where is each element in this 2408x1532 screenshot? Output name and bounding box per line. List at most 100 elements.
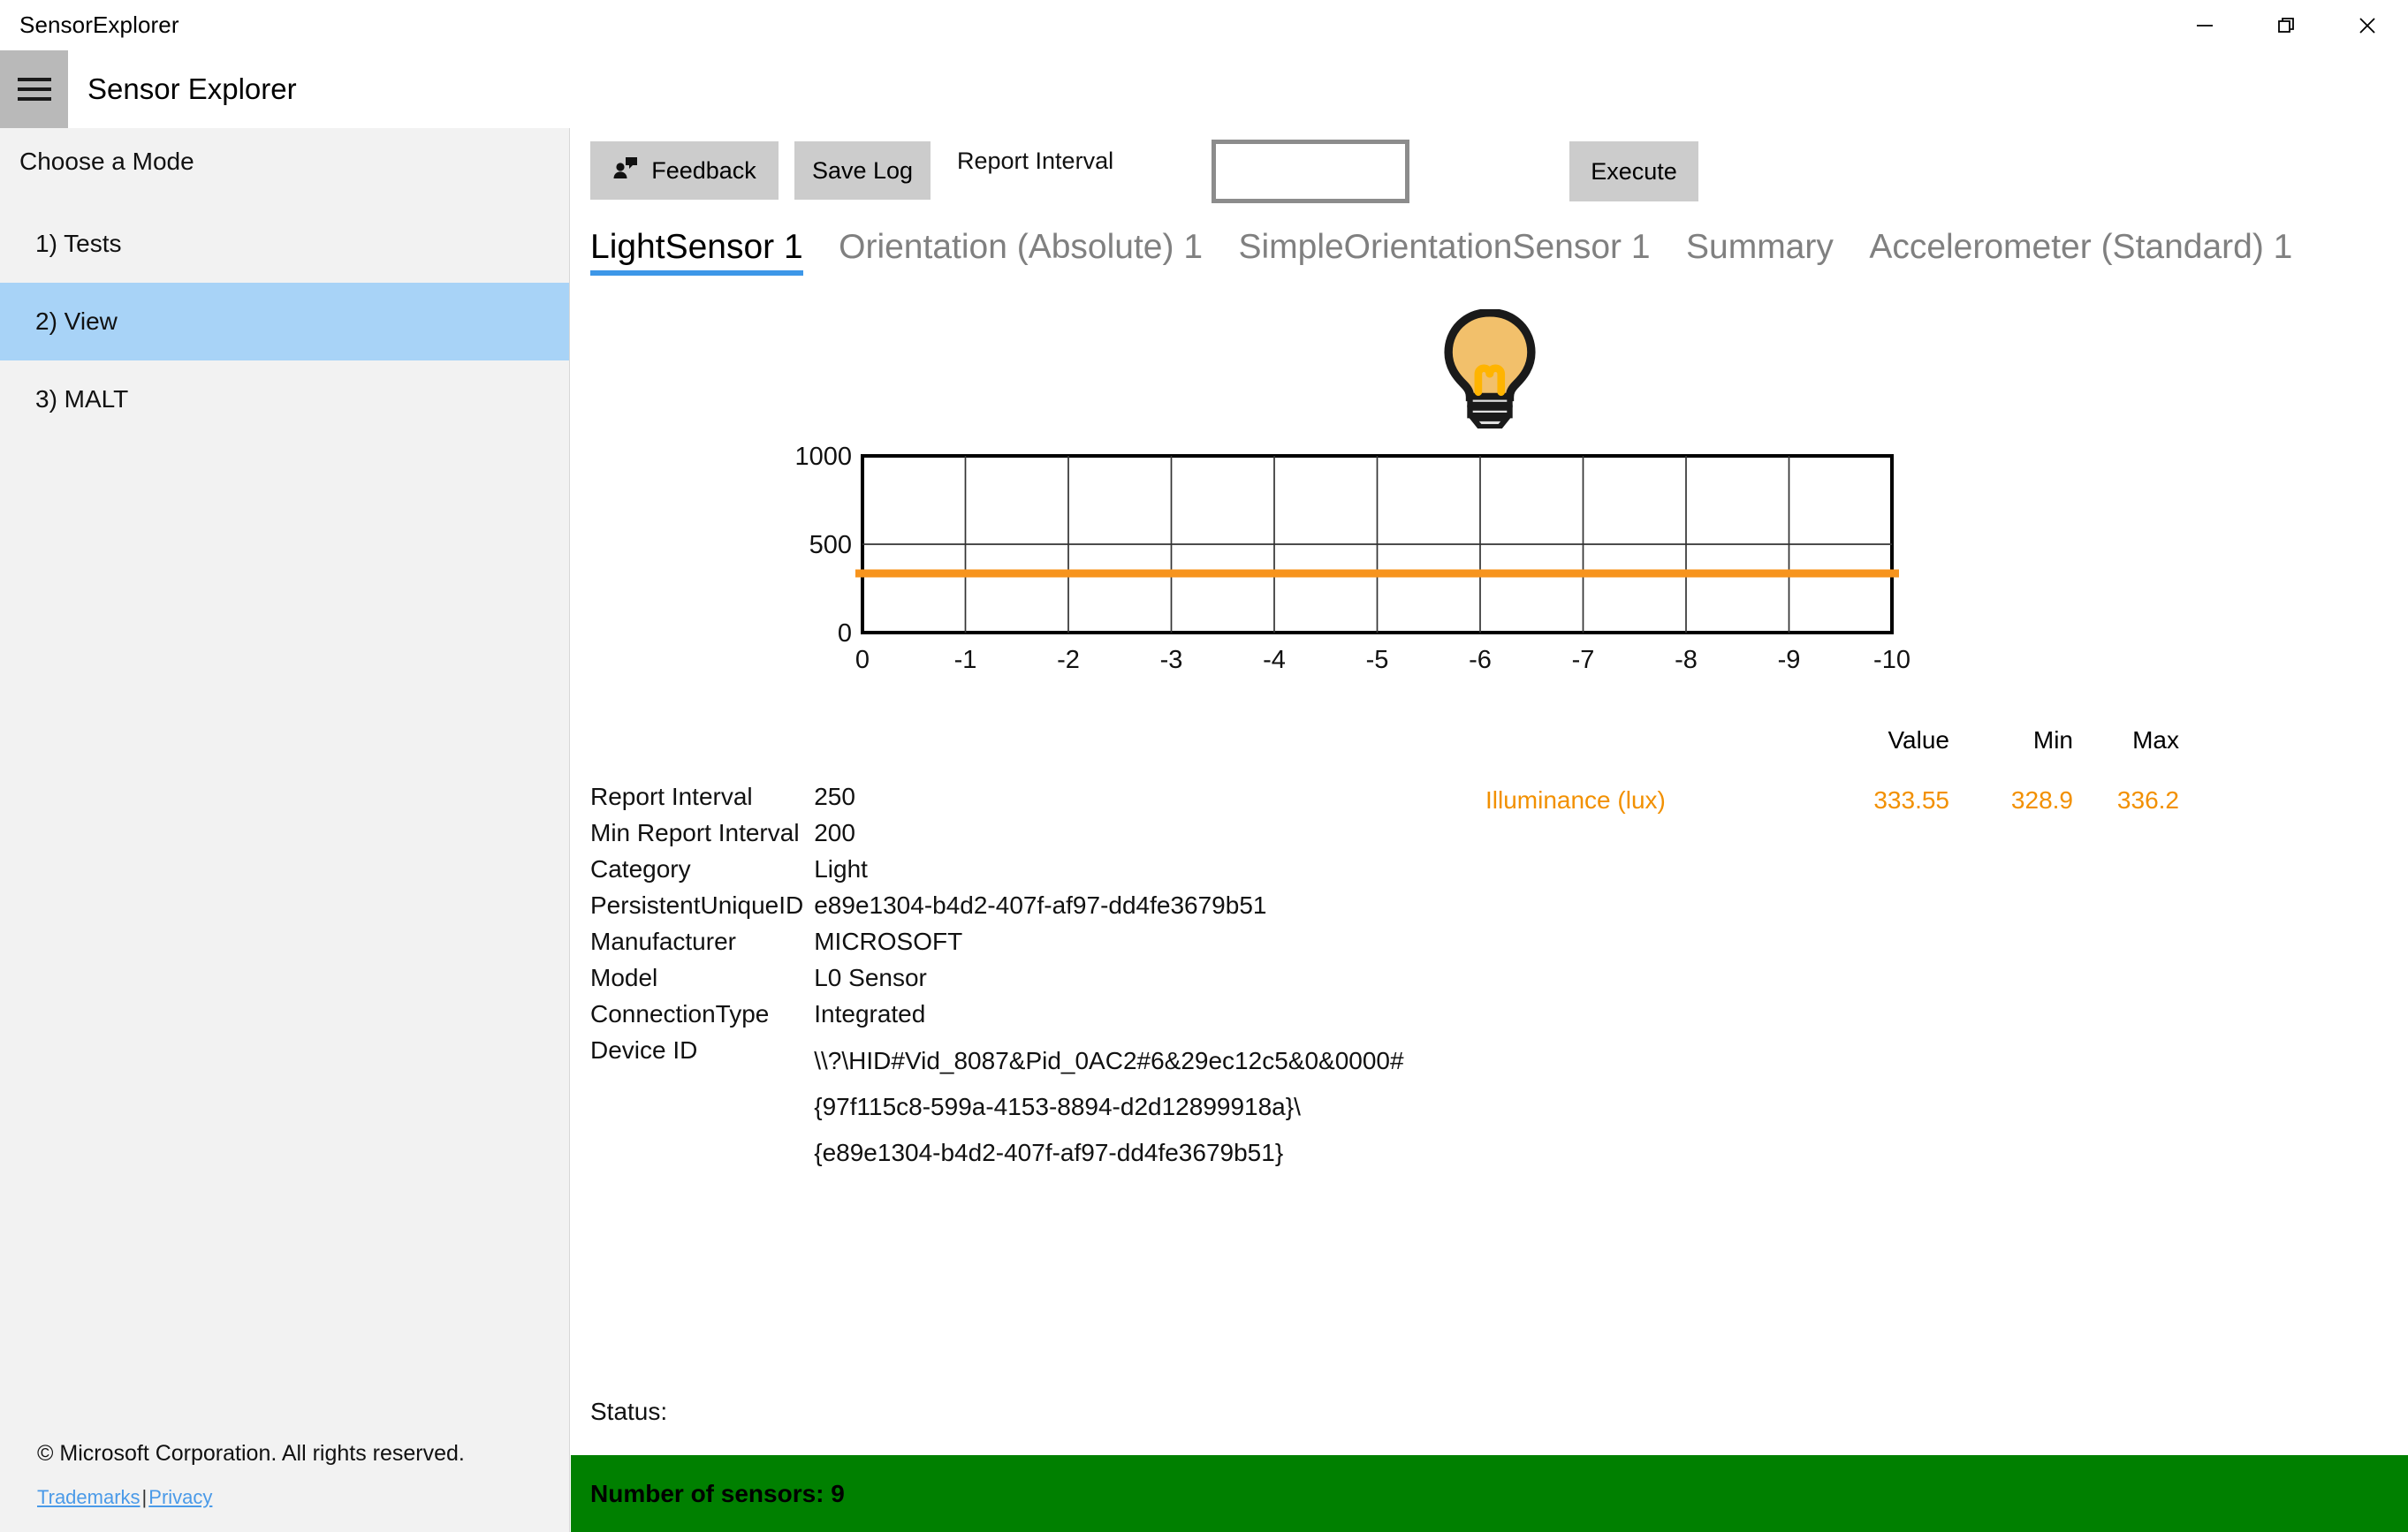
table-row: ConnectionType Integrated — [590, 1002, 1404, 1038]
readout-max: 336.2 — [2116, 786, 2179, 814]
sidebar-item-malt[interactable]: 3) MALT — [0, 360, 569, 438]
sidebar: Choose a Mode 1) Tests 2) View 3) MALT ©… — [0, 128, 570, 1532]
tab-simpleorientationsensor-1[interactable]: SimpleOrientationSensor 1 — [1222, 228, 1666, 276]
device-id-line: {e89e1304-b4d2-407f-af97-dd4fe3679b51} — [814, 1139, 1284, 1167]
app-header: Sensor Explorer — [0, 50, 2408, 128]
svg-text:-8: -8 — [1675, 646, 1698, 674]
tab-lightsensor-1[interactable]: LightSensor 1 — [574, 228, 819, 276]
sensor-icon-area — [571, 308, 2408, 433]
hamburger-icon-bar — [17, 97, 51, 101]
table-row: Category Light — [590, 857, 1404, 893]
light-bulb-icon — [1437, 308, 1543, 430]
main-content: Feedback Save Log Report Interval Execut… — [571, 128, 2408, 1532]
app-title: Sensor Explorer — [87, 72, 297, 105]
property-value: Integrated — [814, 1000, 926, 1028]
feedback-button-label: Feedback — [651, 156, 756, 184]
report-interval-input[interactable] — [1212, 140, 1409, 203]
save-log-button-label: Save Log — [811, 156, 914, 184]
toolbar: Feedback Save Log Report Interval Execut… — [571, 128, 2408, 221]
property-key: Category — [590, 855, 691, 883]
trademarks-link[interactable]: Trademarks — [37, 1486, 141, 1509]
readout-value: 333.55 — [1873, 786, 1949, 814]
device-id-key: Device ID — [590, 1036, 698, 1064]
property-value: MICROSOFT — [814, 928, 963, 955]
sensor-properties-area: Illuminance (lux) 333.55 328.9 336.2 Rep… — [571, 785, 2408, 1187]
window-title: SensorExplorer — [19, 11, 179, 38]
svg-text:-1: -1 — [954, 646, 977, 674]
window-titlebar: SensorExplorer — [0, 0, 2408, 50]
chart-ytick-500: 500 — [809, 531, 852, 559]
link-separator: | — [141, 1486, 148, 1508]
svg-text:-2: -2 — [1057, 646, 1080, 674]
table-row: Model L0 Sensor — [590, 966, 1404, 1002]
device-id-line: \\?\HID#Vid_8087&Pid_0AC2#6&29ec12c5&0&0… — [814, 1047, 1404, 1074]
feedback-button[interactable]: Feedback — [590, 141, 779, 200]
svg-text:-9: -9 — [1778, 646, 1801, 674]
chart-ytick-0: 0 — [838, 619, 852, 648]
sidebar-item-tests[interactable]: 1) Tests — [0, 205, 569, 283]
tab-accelerometer-standard-1[interactable]: Accelerometer (Standard) 1 — [1853, 228, 2308, 276]
hamburger-icon-bar — [17, 87, 51, 91]
device-id-value: \\?\HID#Vid_8087&Pid_0AC2#6&29ec12c5&0&0… — [814, 1038, 1403, 1187]
property-value: L0 Sensor — [814, 964, 927, 991]
chart-xtick-labels: 0 -1 -2 -3 -4 -5 -6 -7 -8 -9 -10 — [855, 646, 1910, 674]
svg-text:-10: -10 — [1873, 646, 1910, 674]
sidebar-item-view[interactable]: 2) View — [0, 283, 569, 360]
status-bar: Number of sensors: 9 — [571, 1455, 2408, 1532]
readout-header-value: Value — [1888, 726, 1949, 754]
readout-header-min: Min — [2032, 726, 2073, 754]
readout-header-row: Value Min Max — [571, 710, 2408, 781]
readout-series-label: Illuminance (lux) — [1485, 786, 1666, 814]
svg-text:-4: -4 — [1263, 646, 1286, 674]
status-message: Number of sensors: 9 — [590, 1479, 845, 1507]
window-controls — [2164, 0, 2408, 50]
property-key: Min Report Interval — [590, 819, 800, 846]
hamburger-icon-bar — [17, 78, 51, 81]
property-value: Light — [814, 855, 868, 883]
svg-text:-6: -6 — [1469, 646, 1492, 674]
sensor-properties-table: Report Interval 250 Min Report Interval … — [590, 785, 1404, 1187]
privacy-link[interactable]: Privacy — [148, 1486, 212, 1509]
save-log-button[interactable]: Save Log — [794, 141, 931, 200]
sidebar-item-label: 3) MALT — [35, 385, 129, 413]
illuminance-chart: 1000 500 0 0 -1 -2 -3 -4 -5 -6 -7 -8 -9 … — [571, 445, 2408, 710]
execute-button[interactable]: Execute — [1569, 141, 1698, 201]
table-row: Manufacturer MICROSOFT — [590, 929, 1404, 966]
svg-text:-5: -5 — [1366, 646, 1389, 674]
readout-header-max: Max — [2132, 726, 2179, 754]
chart-ytick-1000: 1000 — [794, 445, 852, 471]
sidebar-heading: Choose a Mode — [19, 148, 194, 175]
mode-list: 1) Tests 2) View 3) MALT — [0, 205, 569, 438]
minimize-button[interactable] — [2164, 0, 2245, 50]
table-row: Min Report Interval 200 — [590, 821, 1404, 857]
property-key: ConnectionType — [590, 1000, 770, 1028]
property-key: Model — [590, 964, 658, 991]
tab-orientation-absolute-1[interactable]: Orientation (Absolute) 1 — [823, 228, 1219, 276]
svg-text:-7: -7 — [1572, 646, 1595, 674]
sidebar-footer: © Microsoft Corporation. All rights rese… — [0, 1441, 570, 1532]
minimize-icon — [2193, 14, 2216, 37]
restore-icon — [2275, 14, 2298, 37]
table-row: PersistentUniqueID e89e1304-b4d2-407f-af… — [590, 893, 1404, 929]
svg-text:-3: -3 — [1160, 646, 1183, 674]
tab-summary[interactable]: Summary — [1670, 228, 1850, 276]
property-value: e89e1304-b4d2-407f-af97-dd4fe3679b51 — [814, 891, 1267, 919]
footer-links: Trademarks | Privacy — [37, 1486, 570, 1509]
report-interval-label: Report Interval — [957, 148, 1114, 174]
device-id-line: {97f115c8-599a-4153-8894-d2d12899918a}\ — [814, 1093, 1301, 1121]
feedback-person-icon — [612, 155, 639, 187]
property-key: PersistentUniqueID — [590, 891, 804, 919]
close-button[interactable] — [2327, 0, 2408, 50]
readout-min: 328.9 — [2010, 786, 2073, 814]
close-icon — [2356, 14, 2379, 37]
execute-button-label: Execute — [1591, 157, 1677, 185]
sensor-tabstrip[interactable]: LightSensor 1 Orientation (Absolute) 1 S… — [571, 228, 2408, 292]
svg-text:0: 0 — [855, 646, 870, 674]
sidebar-item-label: 2) View — [35, 307, 118, 335]
property-value: 200 — [814, 819, 855, 846]
status-label: Status: — [590, 1398, 668, 1425]
hamburger-menu-button[interactable] — [0, 50, 68, 128]
sidebar-item-label: 1) Tests — [35, 230, 122, 257]
readout-value-row: Illuminance (lux) 333.55 328.9 336.2 — [571, 786, 2408, 825]
maximize-button[interactable] — [2245, 0, 2327, 50]
